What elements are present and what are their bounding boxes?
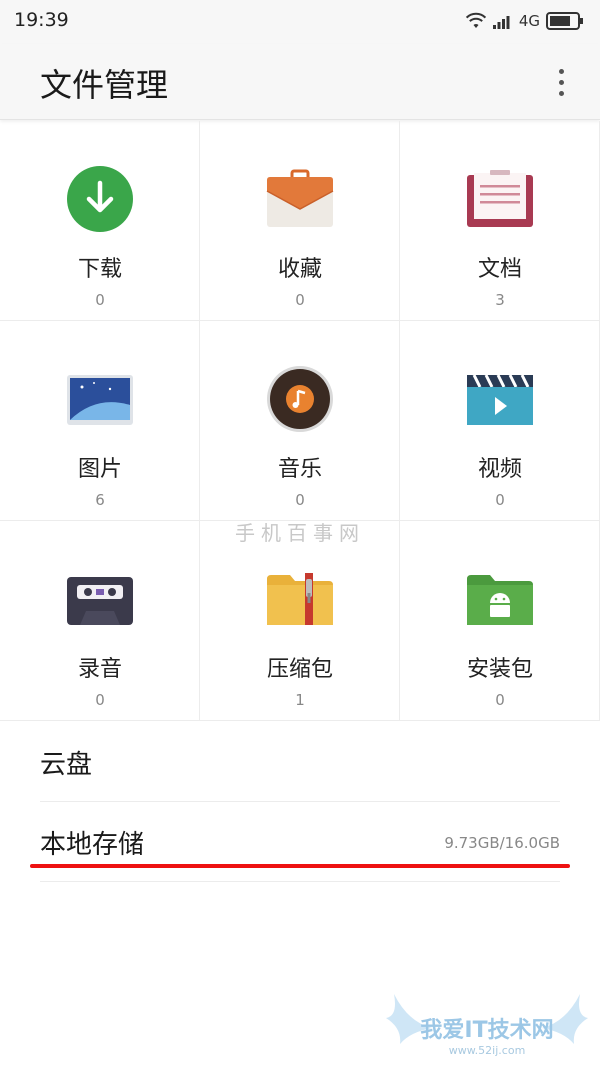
category-label: 视频 [477,457,522,482]
list-item-label: 本地存储 [40,830,145,860]
document-icon [467,170,533,227]
category-count: 1 [295,691,305,709]
category-count: 0 [495,691,505,709]
video-icon [467,374,533,425]
category-count: 0 [495,491,505,509]
category-label: 安装包 [466,657,533,682]
image-icon [67,375,133,425]
app-bar: 文件管理 [0,44,600,120]
more-vert-icon-dot [558,79,564,85]
category-grid: 下载 0 收藏 0 文档 3 图片 6 音乐 0 视频 0 录音 0 压缩包 1… [0,121,600,721]
archive-icon [267,573,333,625]
category-count: 0 [295,291,305,309]
battery-icon [546,12,583,30]
storage-list: 云盘 本地存储 9.73GB/16.0GB [0,722,600,882]
music-icon [267,366,333,432]
category-count: 6 [95,491,105,509]
recording-icon [67,577,133,625]
more-vert-icon-dot [558,68,564,74]
category-count: 3 [495,291,505,309]
category-videos[interactable]: 视频 0 [400,321,600,521]
category-label: 文档 [477,257,522,282]
watermark-center: 手机百事网 [235,521,365,545]
watermark-footer-url: www.52ij.com [449,1044,526,1057]
status-time: 19:39 [14,9,69,31]
category-count: 0 [295,491,305,509]
page-title: 文件管理 [40,66,169,104]
status-bar: 19:39 4G [0,0,600,44]
network-type: 4G [518,12,540,30]
category-label: 收藏 [277,257,322,282]
category-label: 录音 [77,657,122,682]
category-download[interactable]: 下载 0 [0,121,200,321]
category-archives[interactable]: 压缩包 1 [200,521,400,721]
signal-icon [492,16,510,29]
category-label: 下载 [77,257,122,282]
highlight-underline [30,864,570,868]
category-label: 压缩包 [266,657,333,682]
more-options-button[interactable] [544,62,578,102]
status-icons: 4G [465,10,584,32]
apk-icon [467,575,533,625]
category-label: 图片 [77,457,122,482]
category-recordings[interactable]: 录音 0 [0,521,200,721]
list-item-label: 云盘 [40,750,93,780]
watermark-footer-text: 我爱IT技术网 [420,1018,553,1043]
storage-usage: 9.73GB/16.0GB [444,834,560,852]
list-item-local-storage[interactable]: 本地存储 9.73GB/16.0GB [40,802,560,882]
category-documents[interactable]: 文档 3 [400,121,600,321]
category-apk[interactable]: 安装包 0 [400,521,600,721]
category-label: 音乐 [277,457,322,482]
category-count: 0 [95,291,105,309]
watermark-logo: 我爱IT技术网 www.52ij.com [386,994,588,1057]
list-item-cloud[interactable]: 云盘 [40,722,560,802]
category-favorites[interactable]: 收藏 0 [200,121,400,321]
favorites-icon [266,169,334,227]
category-images[interactable]: 图片 6 [0,321,200,521]
more-vert-icon-dot [558,90,564,96]
wifi-icon [465,12,486,28]
download-icon [67,166,133,232]
category-music[interactable]: 音乐 0 [200,321,400,521]
category-count: 0 [95,691,105,709]
